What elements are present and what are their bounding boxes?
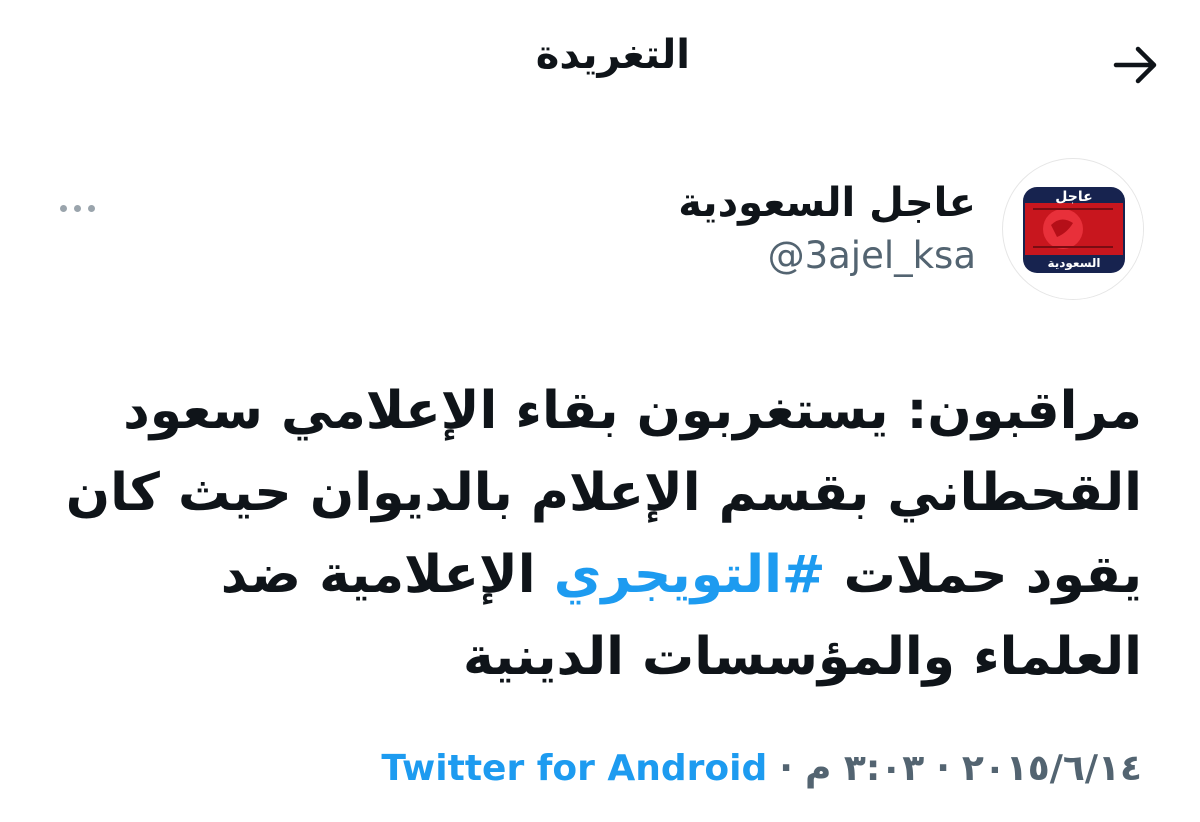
dot: [60, 204, 67, 212]
separator: ·: [936, 748, 950, 789]
tweet-author: عاجل السعودية عاجل السعودية @3ajel_ksa: [0, 150, 1200, 310]
dot: [88, 204, 95, 212]
tweet-time: ٣:٠٣ م: [804, 748, 925, 789]
avatar-logo: عاجل السعودية: [1004, 160, 1143, 299]
arrow-back-icon: [1113, 46, 1157, 84]
author-handle[interactable]: @3ajel_ksa: [768, 234, 976, 277]
separator: ·: [779, 748, 793, 789]
avatar[interactable]: عاجل السعودية: [1002, 158, 1144, 300]
dot: [74, 204, 81, 212]
author-display-name[interactable]: عاجل السعودية: [678, 180, 976, 226]
page-title: التغريدة: [535, 32, 690, 78]
svg-text:السعودية: السعودية: [1047, 256, 1100, 271]
tweet-text: مراقبون: يستغربون بقاء الإعلامي سعود الق…: [42, 370, 1142, 698]
back-button[interactable]: [1108, 38, 1162, 92]
svg-text:عاجل: عاجل: [1055, 189, 1092, 205]
tweet-metadata: ٢٠١٥/٦/١٤ · ٣:٠٣ م · Twitter for Android: [381, 748, 1142, 789]
tweet-date: ٢٠١٥/٦/١٤: [961, 748, 1142, 789]
top-bar: التغريدة: [0, 0, 1200, 125]
tweet-source-link[interactable]: Twitter for Android: [381, 748, 767, 789]
hashtag-link[interactable]: #التويجري: [554, 545, 826, 605]
more-options-icon[interactable]: [60, 194, 95, 222]
